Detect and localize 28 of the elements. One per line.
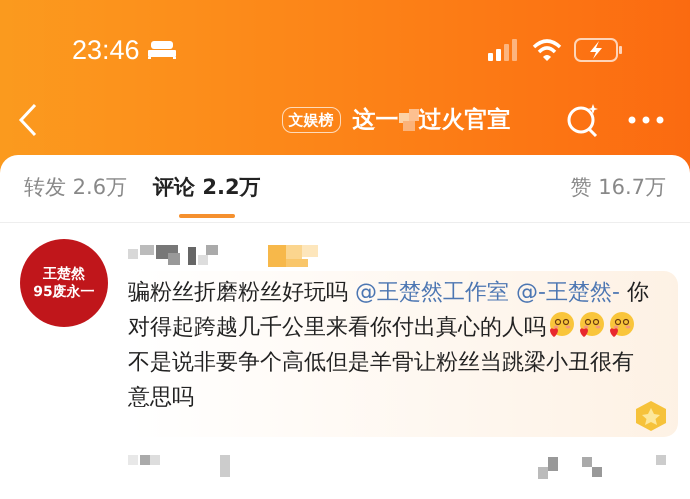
tab[interactable]: 赞 16.7万 — [570, 154, 666, 222]
blurred-character — [398, 109, 418, 131]
signal-icon — [488, 39, 520, 61]
comment-text: 意思吗 — [128, 385, 194, 410]
avatar[interactable]: 王楚然 95废永一 — [20, 239, 108, 327]
more-button[interactable] — [628, 115, 664, 125]
wifi-icon — [532, 39, 562, 61]
mention-link[interactable]: @王楚然工作室 — [355, 280, 509, 305]
blushing-face-icon — [547, 311, 575, 339]
ranking-badge: 文娱榜 — [282, 107, 340, 133]
comment-text: 不是说非要争个高低但是羊骨让粉丝当跳梁小丑很有 — [128, 350, 634, 375]
comment-text: 对得起跨越几千公里来看你付出真心的人吗 — [128, 315, 546, 340]
blushing-face-icon — [607, 311, 635, 339]
search-button[interactable] — [566, 102, 600, 138]
battery-charging-icon — [574, 38, 624, 62]
pixelated-badge — [268, 245, 318, 267]
tab[interactable]: 转发 2.6万 — [24, 154, 128, 222]
clock-time: 23:46 — [72, 34, 140, 67]
avatar-text: 95废永一 — [33, 283, 95, 301]
tab[interactable]: 评论 2.2万 — [153, 154, 261, 222]
page-title: 这一 — [352, 106, 398, 135]
mention-link[interactable]: @-王楚然- — [516, 280, 620, 305]
comment-text: 你 — [626, 280, 649, 305]
page-title: 过火官宣 — [418, 106, 510, 135]
bed-icon — [148, 41, 176, 59]
comment-text: 骗粉丝折磨粉丝好玩吗 — [128, 280, 349, 305]
blushing-face-icon — [577, 311, 605, 339]
avatar-text: 王楚然 — [43, 265, 85, 283]
